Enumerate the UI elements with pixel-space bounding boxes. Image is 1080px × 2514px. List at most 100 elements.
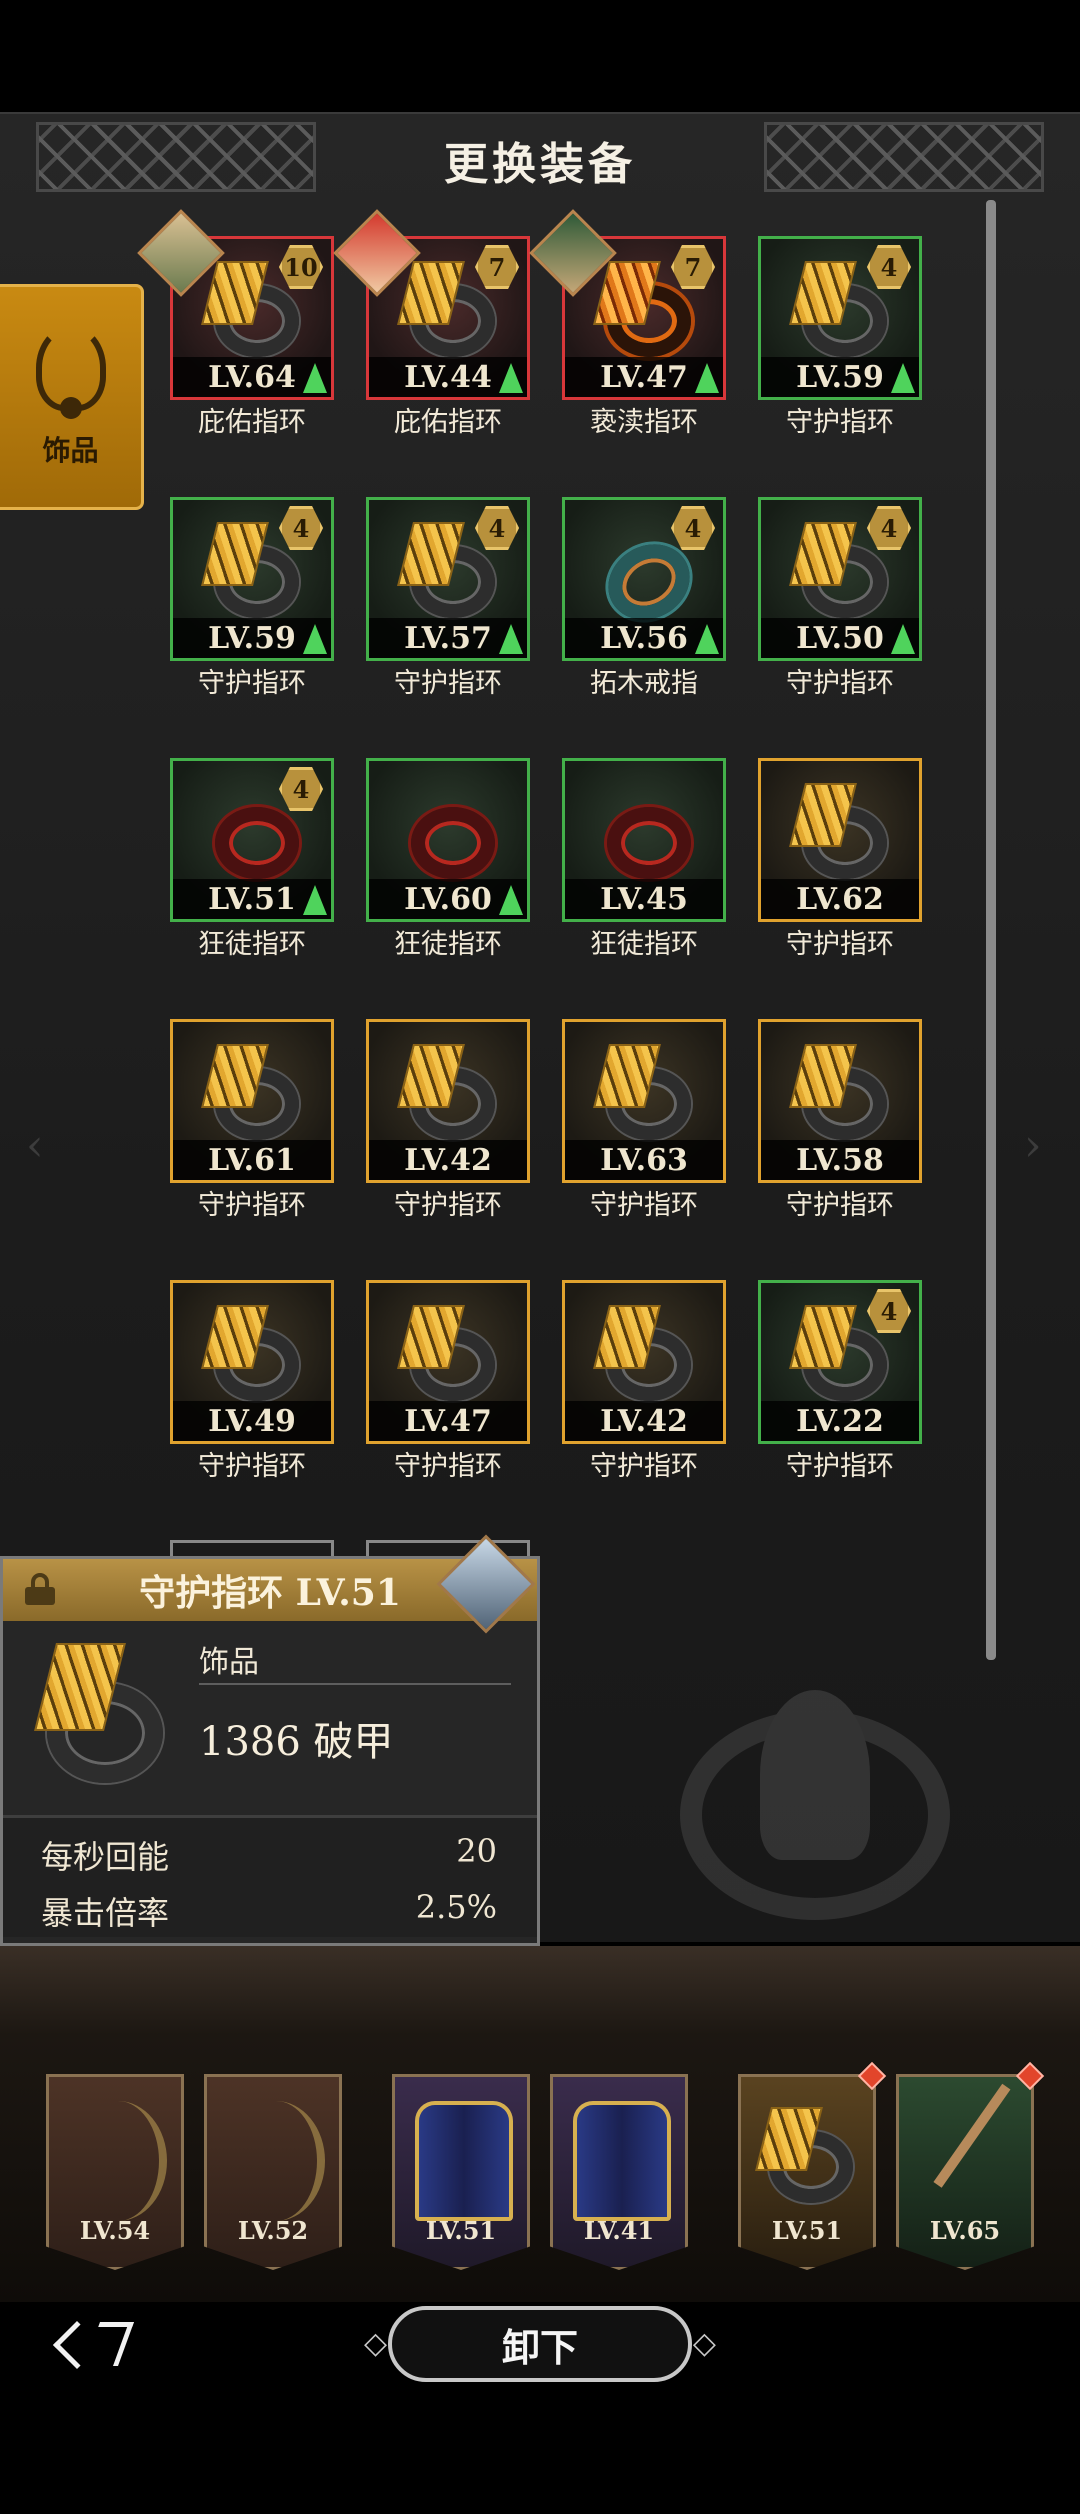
item-level: LV.63 bbox=[600, 1142, 688, 1178]
item-card[interactable]: 4 LV.59 守护指环 bbox=[758, 236, 922, 438]
item-name: 守护指环 bbox=[590, 1451, 698, 1482]
item-level: LV.60 bbox=[404, 881, 492, 917]
upgrade-arrow-icon bbox=[695, 363, 719, 393]
item-card[interactable]: LV.45 狂徒指环 bbox=[562, 758, 726, 960]
bow-icon bbox=[227, 2101, 325, 2221]
stat-value: 2.5% bbox=[415, 1888, 497, 1926]
unequip-button[interactable]: 卸下 bbox=[364, 2306, 716, 2382]
slot-frame: LV.52 bbox=[204, 2074, 342, 2270]
stat-value: 20 bbox=[456, 1832, 497, 1870]
item-card[interactable]: LV.58 守护指环 bbox=[758, 1019, 922, 1221]
item-name: 守护指环 bbox=[394, 1451, 502, 1482]
upgrade-arrow-icon bbox=[891, 624, 915, 654]
tooltip-main-stat: 1386 破甲 bbox=[199, 1709, 394, 1767]
item-frame: LV.49 bbox=[170, 1280, 334, 1444]
item-name: 狂徒指环 bbox=[198, 929, 306, 960]
main-stat-value: 1386 bbox=[199, 1719, 301, 1765]
ring-item-icon bbox=[755, 2107, 863, 2203]
celtic-knot-decoration bbox=[36, 122, 316, 192]
upgrade-arrow-icon bbox=[303, 624, 327, 654]
equipped-slot[interactable]: LV.41 bbox=[550, 2074, 688, 2270]
celtic-knot-decoration bbox=[764, 122, 1044, 192]
equipped-slot[interactable]: LV.52 bbox=[204, 2074, 342, 2270]
back-button[interactable] bbox=[52, 2316, 140, 2372]
item-frame: LV.60 bbox=[366, 758, 530, 922]
item-frame: LV.42 bbox=[366, 1019, 530, 1183]
item-tooltip: 守护指环 LV.51 饰品 1386 破甲 每秒回能 20 暴击倍率 2.5% bbox=[0, 1534, 540, 1946]
item-card[interactable]: LV.63 守护指环 bbox=[562, 1019, 726, 1221]
upgrade-arrow-icon bbox=[695, 624, 719, 654]
item-level: LV.44 bbox=[404, 359, 492, 395]
ring-item-icon bbox=[593, 1044, 701, 1140]
tab-accessory[interactable]: 饰品 bbox=[0, 284, 144, 510]
item-frame: LV.63 bbox=[562, 1019, 726, 1183]
slot-level: LV.52 bbox=[237, 2216, 309, 2245]
ring-item-icon bbox=[397, 1044, 505, 1140]
next-page-arrow-icon[interactable]: › bbox=[1024, 1120, 1042, 1171]
item-card[interactable]: 4 LV.51 狂徒指环 bbox=[170, 758, 334, 960]
item-card[interactable]: 4 LV.57 守护指环 bbox=[366, 497, 530, 699]
equipped-slot[interactable]: LV.54 bbox=[46, 2074, 184, 2270]
item-name: 狂徒指环 bbox=[394, 929, 502, 960]
slot-frame: LV.51 bbox=[392, 2074, 530, 2270]
item-name: 狂徒指环 bbox=[590, 929, 698, 960]
item-card[interactable]: 7 LV.44 庇佑指环 bbox=[333, 209, 530, 438]
equipped-slot[interactable]: LV.65 bbox=[896, 2061, 1045, 2270]
ring-item-icon bbox=[789, 1044, 897, 1140]
item-frame: LV.61 bbox=[170, 1019, 334, 1183]
item-name: 守护指环 bbox=[786, 1451, 894, 1482]
item-name: 守护指环 bbox=[394, 668, 502, 699]
item-card[interactable]: LV.62 守护指环 bbox=[758, 758, 922, 960]
item-card[interactable]: 4 LV.50 守护指环 bbox=[758, 497, 922, 699]
item-card[interactable]: LV.47 守护指环 bbox=[366, 1280, 530, 1482]
item-level: LV.45 bbox=[600, 881, 688, 917]
slot-level: LV.51 bbox=[425, 2216, 497, 2245]
item-card[interactable]: LV.61 守护指环 bbox=[170, 1019, 334, 1221]
stat-row: 暴击倍率 2.5% bbox=[41, 1888, 497, 1934]
item-card[interactable]: LV.60 狂徒指环 bbox=[366, 758, 530, 960]
lock-icon[interactable] bbox=[25, 1573, 55, 1605]
item-card[interactable]: 4 LV.56 拓木戒指 bbox=[562, 497, 726, 699]
stat-label: 暴击倍率 bbox=[41, 1894, 170, 1932]
prev-page-arrow-icon[interactable]: ‹ bbox=[26, 1120, 44, 1171]
item-level: LV.50 bbox=[796, 620, 884, 656]
item-card[interactable]: 10 LV.64 庇佑指环 bbox=[137, 209, 334, 438]
item-card[interactable]: LV.42 守护指环 bbox=[366, 1019, 530, 1221]
item-name: 守护指环 bbox=[198, 1451, 306, 1482]
item-name: 守护指环 bbox=[590, 1190, 698, 1221]
tooltip-category: 饰品 bbox=[199, 1645, 259, 1680]
ring-item-icon bbox=[29, 1643, 179, 1793]
main-stat-unit: 破甲 bbox=[313, 1719, 394, 1765]
upgrade-arrow-icon bbox=[499, 624, 523, 654]
upgrade-arrow-icon bbox=[499, 363, 523, 393]
ring-item-icon bbox=[789, 783, 897, 879]
upgrade-arrow-icon bbox=[499, 885, 523, 915]
cape-icon bbox=[573, 2101, 671, 2221]
item-level: LV.59 bbox=[796, 359, 884, 395]
item-level: LV.64 bbox=[208, 359, 296, 395]
item-level: LV.42 bbox=[404, 1142, 492, 1178]
item-card[interactable]: 4 LV.59 守护指环 bbox=[170, 497, 334, 699]
divider bbox=[199, 1683, 511, 1685]
item-name: 守护指环 bbox=[198, 668, 306, 699]
item-card[interactable]: 7 LV.47 亵渎指环 bbox=[529, 209, 726, 438]
scrollbar[interactable] bbox=[986, 200, 996, 1660]
item-name: 守护指环 bbox=[786, 668, 894, 699]
item-card[interactable]: LV.49 守护指环 bbox=[170, 1280, 334, 1482]
item-card[interactable]: 4 LV.22 守护指环 bbox=[758, 1280, 922, 1482]
equipped-slot[interactable]: LV.51 bbox=[738, 2061, 887, 2270]
item-level: LV.22 bbox=[796, 1403, 884, 1439]
upgrade-arrow-icon bbox=[303, 885, 327, 915]
item-name: 守护指环 bbox=[198, 1190, 306, 1221]
stat-label: 每秒回能 bbox=[41, 1838, 170, 1876]
tooltip-title: 守护指环 LV.51 bbox=[139, 1572, 401, 1614]
item-frame: LV.62 bbox=[758, 758, 922, 922]
item-card[interactable]: LV.42 守护指环 bbox=[562, 1280, 726, 1482]
slot-frame: LV.54 bbox=[46, 2074, 184, 2270]
item-name: 庇佑指环 bbox=[394, 407, 502, 438]
item-name: 庇佑指环 bbox=[198, 407, 306, 438]
tooltip-header: 守护指环 LV.51 bbox=[3, 1534, 537, 1634]
equipped-slot[interactable]: LV.51 bbox=[392, 2074, 530, 2270]
ring-item-icon bbox=[593, 1305, 701, 1401]
slot-frame: LV.65 bbox=[896, 2074, 1034, 2270]
